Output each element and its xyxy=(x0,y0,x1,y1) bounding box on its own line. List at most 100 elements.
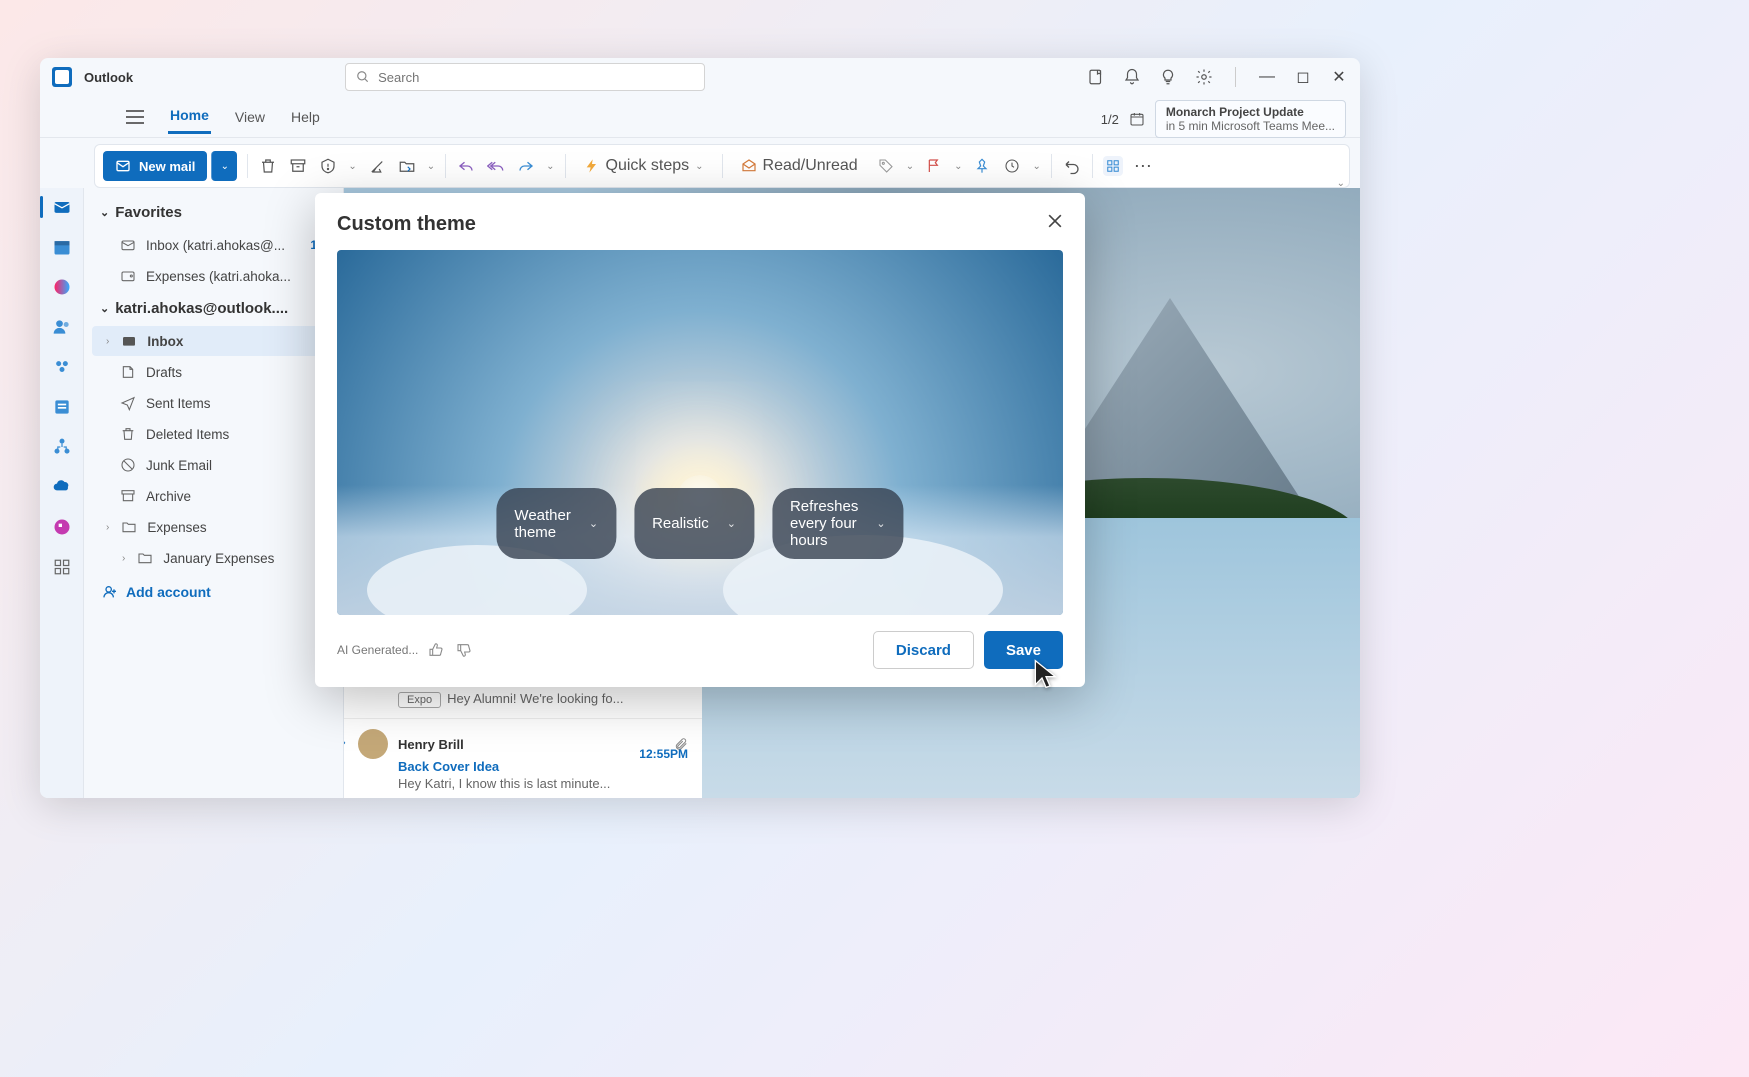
add-account-button[interactable]: Add account xyxy=(88,574,339,610)
theme-preview: Weather theme⌄ Realistic⌄ Refreshes ever… xyxy=(337,250,1063,615)
reply-icon[interactable] xyxy=(456,156,476,176)
hamburger-icon[interactable] xyxy=(126,110,146,124)
lightbulb-icon[interactable] xyxy=(1159,68,1177,86)
flag-icon[interactable] xyxy=(924,156,944,176)
theme-style-dropdown[interactable]: Realistic⌄ xyxy=(634,488,754,559)
folder-deleted[interactable]: Deleted Items xyxy=(92,419,335,449)
rail-onedrive-icon[interactable] xyxy=(51,476,73,498)
report-icon[interactable] xyxy=(318,156,338,176)
theme-refresh-dropdown[interactable]: Refreshes every four hours⌄ xyxy=(772,488,904,559)
rail-people-icon[interactable] xyxy=(51,316,73,338)
message-item[interactable]: › Henry Brill Back Cover Idea 12:55PM He… xyxy=(344,719,702,798)
quick-steps-button[interactable]: Quick steps ⌄ xyxy=(576,153,712,179)
inbox-icon xyxy=(120,237,136,253)
thumbs-down-icon[interactable] xyxy=(456,642,474,658)
reply-all-icon[interactable] xyxy=(486,156,506,176)
folder-jan-expenses[interactable]: › January Expenses xyxy=(92,543,335,573)
outlook-logo-icon xyxy=(52,67,72,87)
search-icon xyxy=(356,70,370,84)
archive-icon[interactable] xyxy=(288,156,308,176)
undo-icon[interactable] xyxy=(1062,156,1082,176)
app-rail xyxy=(40,188,84,798)
folder-archive[interactable]: Archive xyxy=(92,481,335,511)
search-input[interactable] xyxy=(378,70,694,85)
minimize-button[interactable]: ― xyxy=(1258,68,1276,86)
rail-designer-icon[interactable] xyxy=(51,516,73,538)
rail-more-apps-icon[interactable] xyxy=(51,556,73,578)
rail-mail-icon[interactable] xyxy=(51,196,73,218)
close-icon[interactable] xyxy=(1045,211,1065,231)
new-mail-label: New mail xyxy=(139,159,195,174)
chevron-down-icon: ⌄ xyxy=(727,517,736,530)
mail-icon xyxy=(115,158,131,174)
tab-view[interactable]: View xyxy=(233,101,267,133)
pin-icon[interactable] xyxy=(972,156,992,176)
section-account[interactable]: ⌄katri.ahokas@outlook.... xyxy=(88,292,339,325)
rail-calendar-icon[interactable] xyxy=(51,236,73,258)
folder-expenses[interactable]: › Expenses xyxy=(92,512,335,542)
forward-icon[interactable] xyxy=(516,156,536,176)
rail-files-icon[interactable] xyxy=(51,396,73,418)
titlebar: Outlook ― ◻ ✕ xyxy=(40,58,1360,96)
sweep-icon[interactable] xyxy=(367,156,387,176)
notes-icon[interactable] xyxy=(1087,68,1105,86)
snooze-icon[interactable] xyxy=(1002,156,1022,176)
dialog-title: Custom theme xyxy=(337,213,1063,236)
message-time: 12:55PM xyxy=(639,747,688,761)
folder-drafts[interactable]: Drafts xyxy=(92,357,335,387)
person-add-icon xyxy=(102,584,118,600)
bolt-icon xyxy=(584,158,600,174)
close-button[interactable]: ✕ xyxy=(1330,67,1348,87)
reminder-sub: in 5 min Microsoft Teams Mee... xyxy=(1166,119,1335,133)
more-icon[interactable]: ⋯ xyxy=(1133,156,1153,176)
rail-org-icon[interactable] xyxy=(51,436,73,458)
apps-icon[interactable] xyxy=(1103,156,1123,176)
message-sender: Henry Brill xyxy=(398,737,464,752)
delete-icon[interactable] xyxy=(258,156,278,176)
read-unread-button[interactable]: Read/Unread xyxy=(733,153,866,179)
sent-icon xyxy=(120,395,136,411)
folder-fav-expenses[interactable]: Expenses (katri.ahoka...2 xyxy=(92,261,335,291)
rail-groups-icon[interactable] xyxy=(51,356,73,378)
folder-junk[interactable]: Junk Email xyxy=(92,450,335,480)
message-preview: Hey Katri, I know this is last minute... xyxy=(398,776,688,791)
move-icon[interactable] xyxy=(397,156,417,176)
folder-sent[interactable]: Sent Items xyxy=(92,388,335,418)
category-tag: Expo xyxy=(398,692,441,708)
search-box[interactable] xyxy=(345,63,705,91)
new-mail-split[interactable]: ⌄ xyxy=(211,151,237,181)
junk-icon xyxy=(120,457,136,473)
save-button[interactable]: Save xyxy=(984,631,1063,669)
tab-home[interactable]: Home xyxy=(168,99,211,134)
drafts-icon xyxy=(120,364,136,380)
reminder-title: Monarch Project Update xyxy=(1166,105,1335,119)
archive-folder-icon xyxy=(120,488,136,504)
ai-generated-label: AI Generated... xyxy=(337,643,418,657)
new-mail-button[interactable]: New mail xyxy=(103,151,207,181)
chevron-down-icon: ⌄ xyxy=(589,517,598,530)
section-favorites[interactable]: ⌄Favorites xyxy=(88,196,339,229)
chevron-down-icon: ⌄ xyxy=(876,517,885,530)
gear-icon[interactable] xyxy=(1195,68,1213,86)
read-unread-label: Read/Unread xyxy=(763,157,858,175)
discard-button[interactable]: Discard xyxy=(873,631,974,669)
folder-inbox[interactable]: › Inbox xyxy=(92,326,335,356)
custom-theme-dialog: Custom theme Weather theme⌄ Realistic⌄ R… xyxy=(315,193,1085,687)
trash-icon xyxy=(120,426,136,442)
avatar xyxy=(358,729,388,759)
expand-icon[interactable]: › xyxy=(344,737,346,749)
folder-fav-inbox[interactable]: Inbox (katri.ahokas@...11 xyxy=(92,230,335,260)
calendar-icon xyxy=(1129,111,1145,127)
tag-icon[interactable] xyxy=(876,156,896,176)
reminder-count: 1/2 xyxy=(1101,112,1119,127)
maximize-button[interactable]: ◻ xyxy=(1294,67,1312,87)
folder-icon xyxy=(121,519,137,535)
title-actions: ― ◻ ✕ xyxy=(1087,67,1348,87)
rail-copilot-icon[interactable] xyxy=(51,276,73,298)
tab-help[interactable]: Help xyxy=(289,101,322,133)
theme-type-dropdown[interactable]: Weather theme⌄ xyxy=(496,488,616,559)
calendar-reminder[interactable]: 1/2 Monarch Project Update in 5 min Micr… xyxy=(1101,100,1346,138)
bell-icon[interactable] xyxy=(1123,68,1141,86)
thumbs-up-icon[interactable] xyxy=(428,642,446,658)
folder-icon xyxy=(137,550,153,566)
